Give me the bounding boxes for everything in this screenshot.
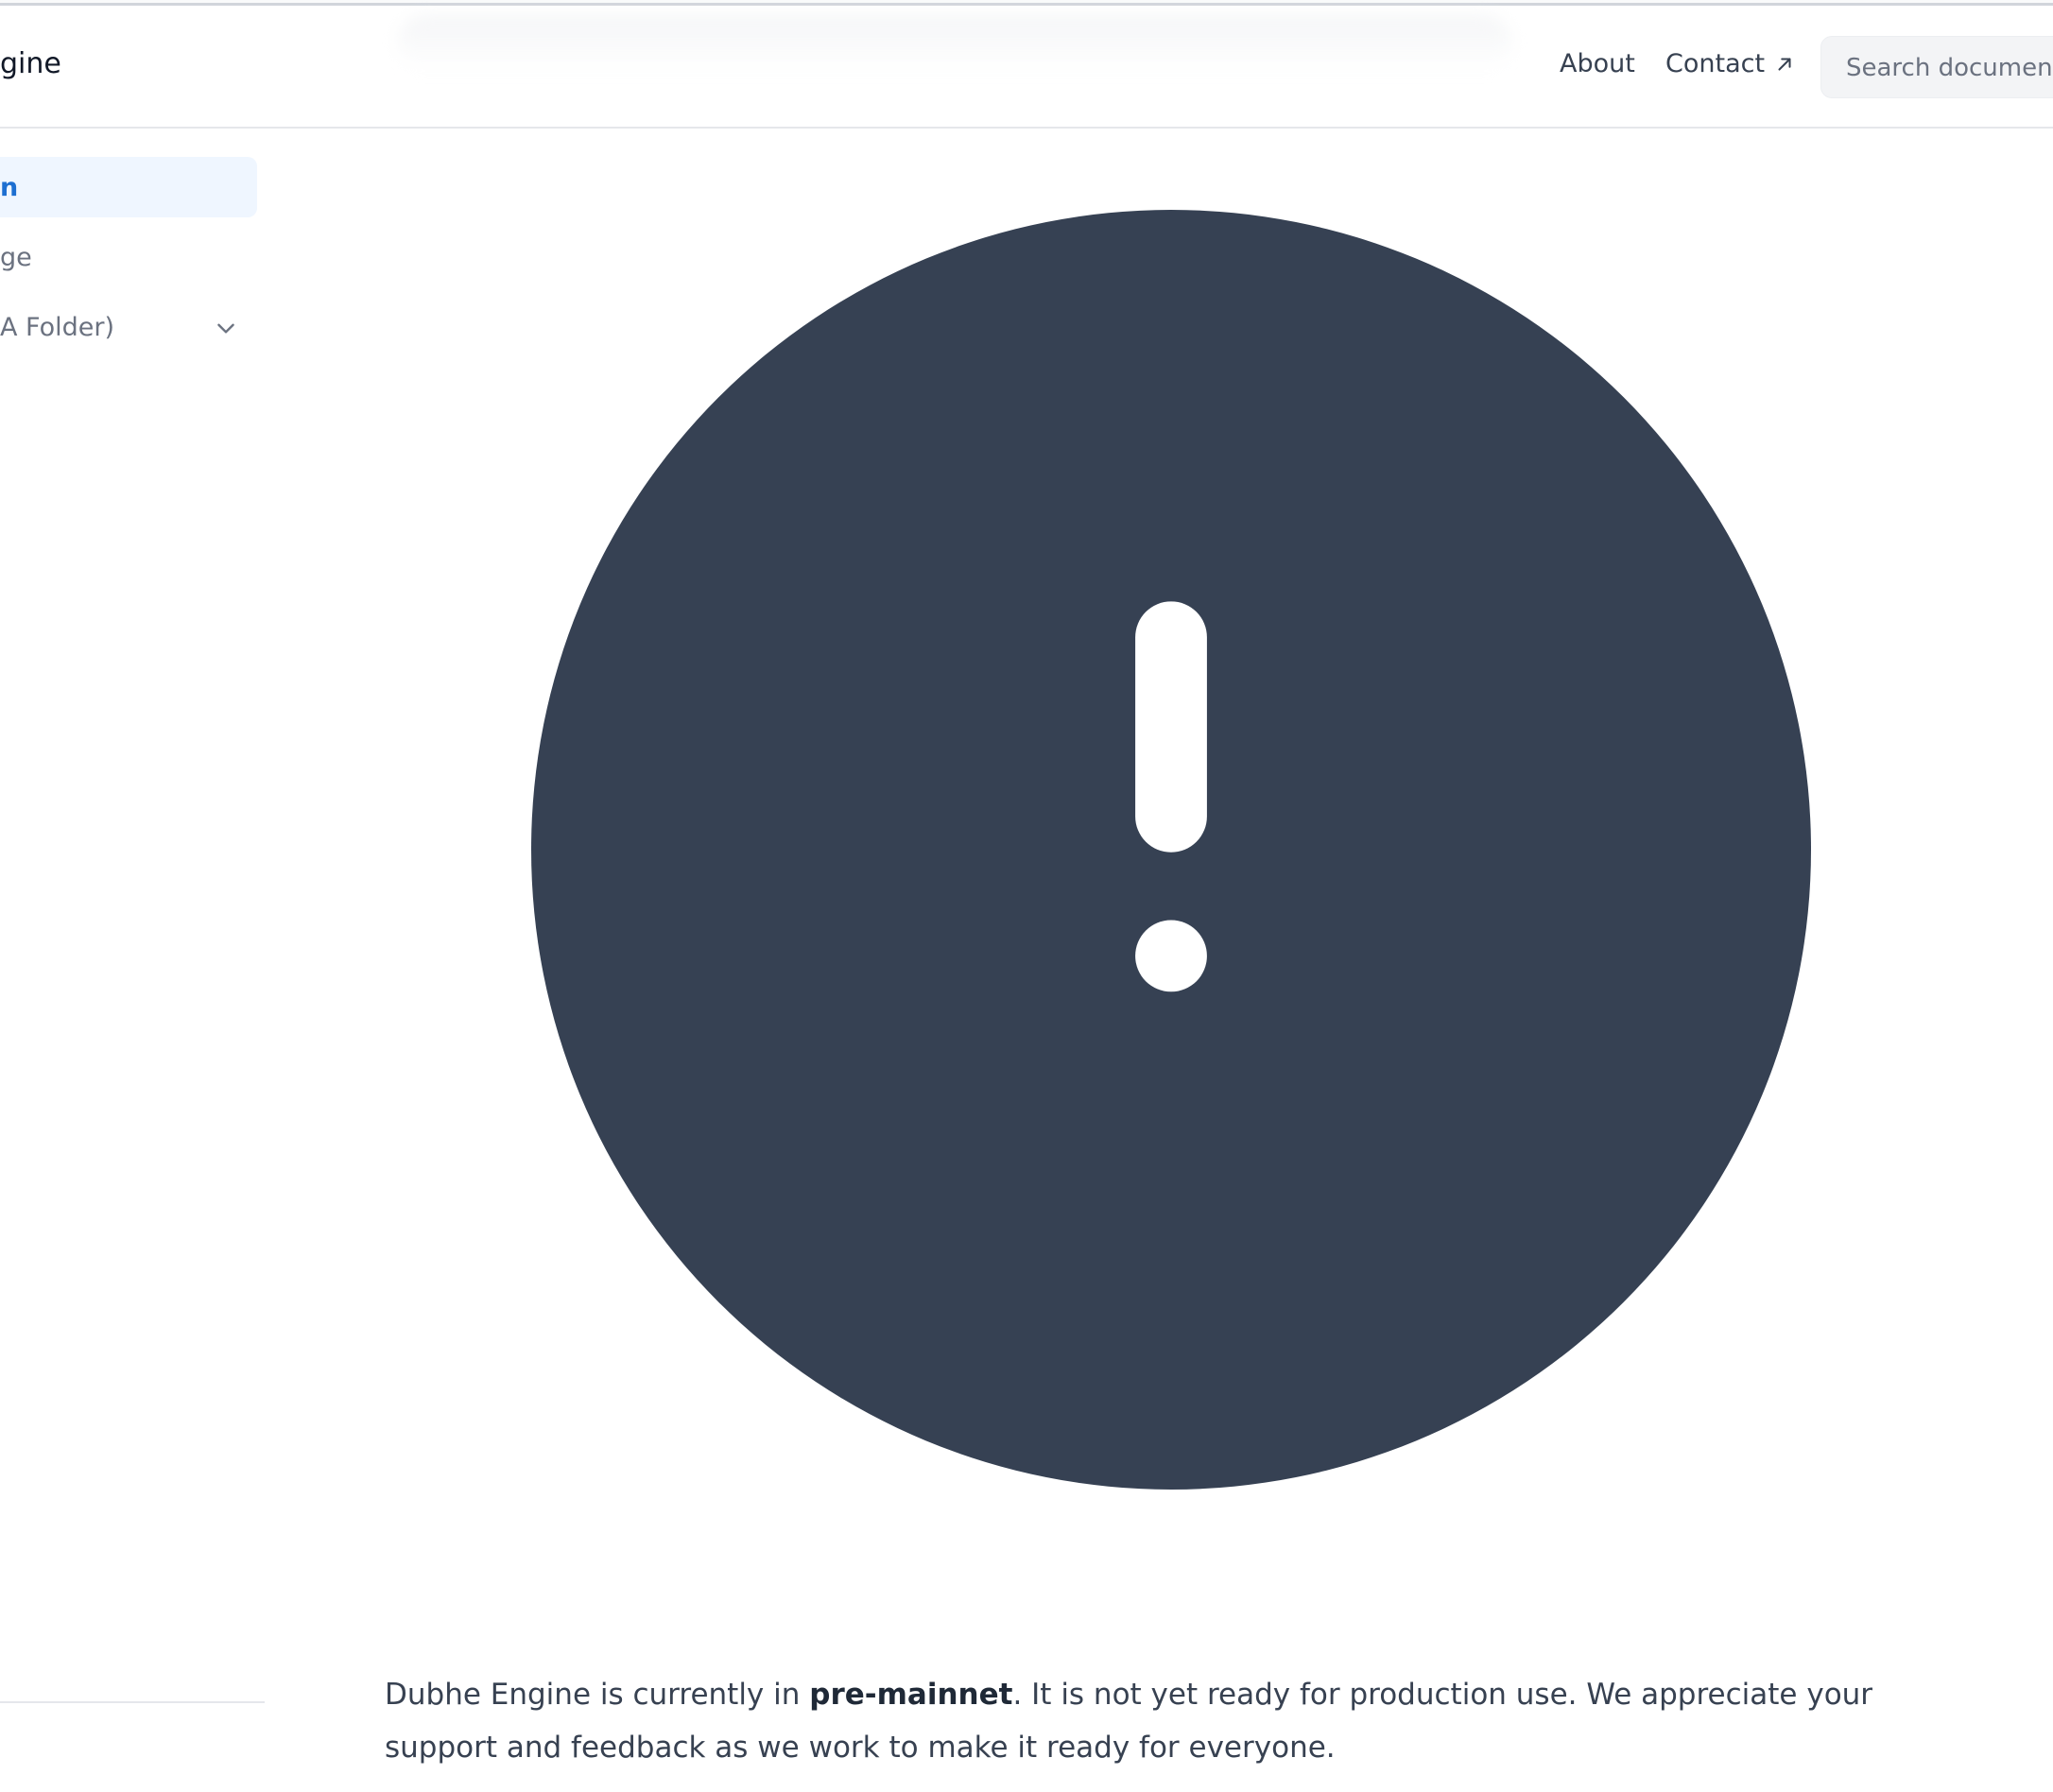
notice-prefix: Dubhe Engine is currently in (385, 1678, 810, 1712)
exclamation-circle-icon (531, 210, 1811, 1490)
sidebar-divider (0, 1701, 265, 1703)
sidebar-item-current[interactable]: n (0, 157, 257, 217)
nav-contact-link[interactable]: Contact (1665, 49, 1795, 78)
sidebar-item-label: ge (0, 242, 32, 272)
search-input[interactable] (1844, 46, 2053, 90)
nav-contact-label: Contact (1665, 49, 1766, 78)
sidebar-item-label: n (0, 172, 19, 202)
sidebar-item-label: A Folder) (0, 312, 115, 342)
blurred-nav-region (397, 15, 1512, 72)
site-title[interactable]: gine (0, 47, 61, 80)
sidebar-item-folder[interactable]: A Folder) (0, 297, 257, 357)
nav-about-link[interactable]: About (1560, 49, 1635, 78)
pre-mainnet-notice: Dubhe Engine is currently in pre-mainnet… (385, 1668, 1973, 1774)
search-box[interactable] (1820, 36, 2053, 98)
sidebar-item-page[interactable]: ge (0, 227, 257, 287)
top-navbar: gine About Contact (0, 6, 2053, 129)
notice-emphasis: pre-mainnet (809, 1678, 1013, 1712)
sidebar: n ge A Folder) (0, 129, 265, 1792)
chevron-down-icon[interactable] (214, 316, 238, 340)
external-link-arrow-icon (1778, 57, 1791, 71)
